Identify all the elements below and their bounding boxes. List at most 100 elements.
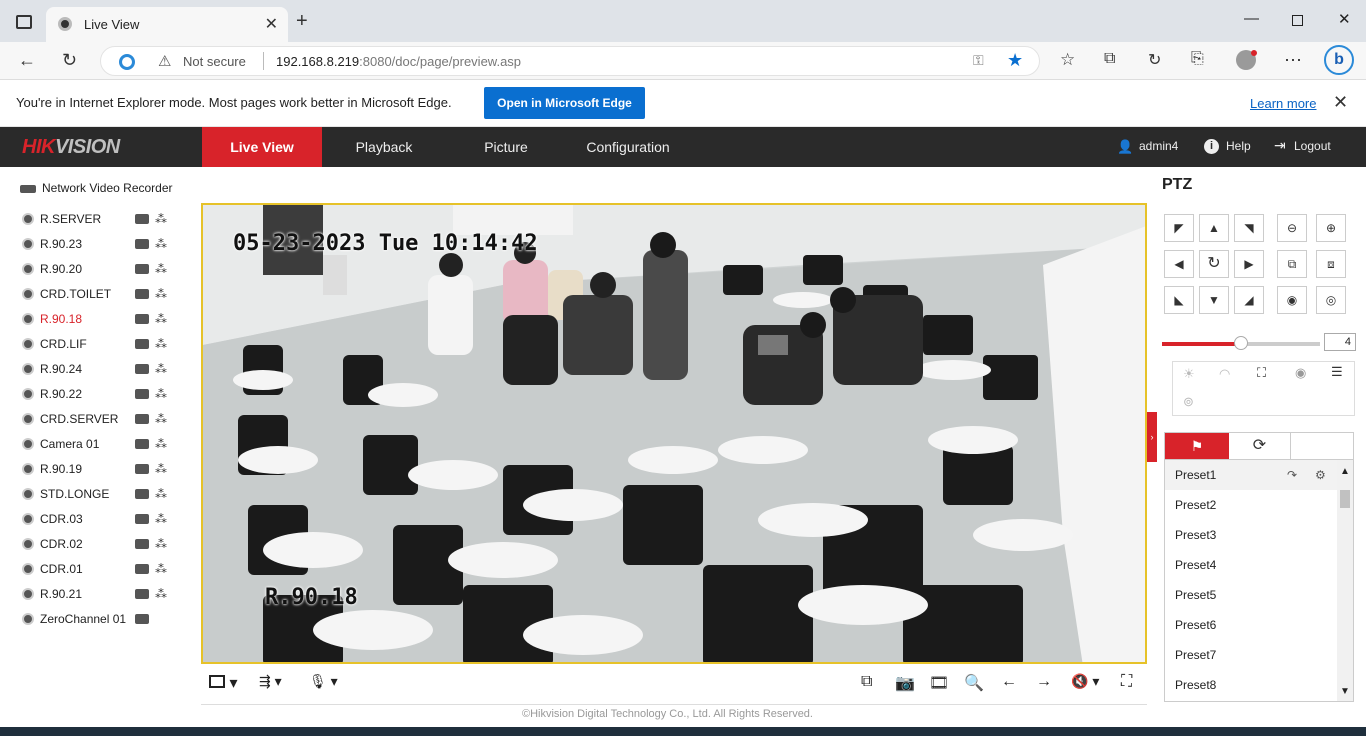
stream-icon[interactable]: ⁂ — [155, 437, 170, 452]
security-label[interactable]: Not secure — [183, 54, 246, 69]
preview-icon[interactable] — [135, 439, 149, 449]
stream-icon[interactable]: ⁂ — [155, 387, 170, 402]
preview-icon[interactable] — [135, 614, 149, 624]
preview-icon[interactable] — [135, 489, 149, 499]
scroll-up-icon[interactable]: ▲ — [1340, 466, 1350, 477]
preview-icon[interactable] — [135, 539, 149, 549]
tree-root[interactable]: Network Video Recorder — [20, 181, 173, 195]
preset-item[interactable]: Preset4 — [1165, 550, 1337, 580]
preview-icon[interactable] — [135, 414, 149, 424]
back-icon[interactable]: ← — [18, 50, 36, 71]
ptz-right-icon[interactable]: ▶ — [1234, 250, 1264, 278]
window-close-icon[interactable]: ✕ — [1338, 10, 1351, 28]
refresh-icon[interactable]: ↻ — [62, 50, 77, 71]
fullscreen-icon[interactable]: ⛶ — [1121, 673, 1132, 691]
camera-item[interactable]: R.SERVER ⁂ — [22, 210, 182, 230]
wiper-icon[interactable]: ◠ — [1219, 366, 1230, 382]
ptz-speed-knob[interactable] — [1234, 336, 1248, 350]
preset-item[interactable]: Preset6 — [1165, 610, 1337, 640]
manual-track-icon[interactable]: ⊚ — [1183, 394, 1194, 410]
lens-init-icon[interactable]: ◉ — [1295, 365, 1306, 381]
camera-item[interactable]: ZeroChannel 01 — [22, 610, 182, 630]
preview-icon[interactable] — [135, 239, 149, 249]
camera-item[interactable]: R.90.20 ⁂ — [22, 260, 182, 280]
stream-icon[interactable]: ⁂ — [155, 562, 170, 577]
auxiliary-focus-icon[interactable]: ⛶ — [1257, 365, 1266, 381]
next-page-icon[interactable]: → — [1036, 673, 1052, 691]
stream-icon[interactable]: ⁂ — [155, 462, 170, 477]
iris-open-icon[interactable]: ◎ — [1316, 286, 1346, 314]
ptz-up-left-icon[interactable]: ◤ — [1164, 214, 1194, 242]
more-menu-icon[interactable]: ⋯ — [1284, 50, 1302, 71]
iris-close-icon[interactable]: ◉ — [1277, 286, 1307, 314]
set-preset-icon[interactable]: ⚙ — [1315, 460, 1326, 490]
microphone-icon[interactable]: 🎙 ▾ — [309, 673, 338, 690]
scroll-thumb[interactable] — [1340, 490, 1350, 508]
call-preset-icon[interactable]: ↷ — [1287, 460, 1297, 490]
volume-icon[interactable]: 🔇 ▾ — [1071, 673, 1099, 690]
stream-icon[interactable]: ⁂ — [155, 287, 170, 302]
light-icon[interactable]: ☀ — [1183, 366, 1195, 382]
camera-item[interactable]: CRD.SERVER ⁂ — [22, 410, 182, 430]
preview-icon[interactable] — [135, 214, 149, 224]
stream-icon[interactable]: ⁂ — [155, 312, 170, 327]
stream-type-icon[interactable]: ⇶ ▾ — [259, 673, 282, 690]
preset-scrollbar[interactable]: ▲ ▼ — [1337, 460, 1353, 701]
preview-icon[interactable] — [135, 564, 149, 574]
camera-item[interactable]: CDR.03 ⁂ — [22, 510, 182, 530]
video-view[interactable]: 05-23-2023 Tue 10:14:42 R.90.18 — [201, 203, 1147, 664]
share-icon[interactable]: ⎘ — [1191, 50, 1204, 68]
zoom-in-icon[interactable]: ⊖ — [1277, 214, 1307, 242]
ptz-down-right-icon[interactable]: ◢ — [1234, 286, 1264, 314]
preset-item[interactable]: Preset2 — [1165, 490, 1337, 520]
stream-icon[interactable]: ⁂ — [155, 262, 170, 277]
stream-icon[interactable]: ⁂ — [155, 487, 170, 502]
preset-tab-flag-icon[interactable]: ⚑ — [1165, 433, 1229, 459]
preview-icon[interactable] — [135, 514, 149, 524]
stream-icon[interactable]: ⁂ — [155, 587, 170, 602]
learn-more-link[interactable]: Learn more — [1250, 96, 1316, 111]
previous-page-icon[interactable]: ← — [1001, 673, 1017, 691]
preset-item[interactable]: Preset5 — [1165, 580, 1337, 610]
window-layout-icon[interactable]: ▾ — [209, 673, 237, 693]
tab-actions-icon[interactable] — [16, 15, 32, 29]
scroll-down-icon[interactable]: ▼ — [1340, 686, 1350, 697]
ptz-down-icon[interactable]: ▼ — [1199, 286, 1229, 314]
stream-icon[interactable]: ⁂ — [155, 537, 170, 552]
preset-item[interactable]: Preset8 — [1165, 670, 1337, 700]
preview-icon[interactable] — [135, 289, 149, 299]
camera-item[interactable]: R.90.21 ⁂ — [22, 585, 182, 605]
ptz-up-right-icon[interactable]: ◥ — [1234, 214, 1264, 242]
camera-item[interactable]: R.90.22 ⁂ — [22, 385, 182, 405]
new-tab-icon[interactable]: + — [296, 10, 308, 33]
preset-item[interactable]: Preset7 — [1165, 640, 1337, 670]
ptz-collapse-icon[interactable]: › — [1147, 412, 1157, 462]
camera-item[interactable]: R.90.19 ⁂ — [22, 460, 182, 480]
focus-far-icon[interactable]: ⧈ — [1316, 250, 1346, 278]
digital-zoom-icon[interactable]: 🔍 — [964, 673, 984, 693]
preview-icon[interactable] — [135, 589, 149, 599]
ie-bar-close-icon[interactable]: ✕ — [1333, 92, 1348, 113]
stream-icon[interactable]: ⁂ — [155, 237, 170, 252]
preview-icon[interactable] — [135, 464, 149, 474]
ptz-menu-icon[interactable]: ☰ — [1331, 364, 1343, 380]
nav-live-view[interactable]: Live View — [202, 127, 322, 167]
preview-icon[interactable] — [135, 364, 149, 374]
key-icon[interactable]: ⚿ — [973, 52, 984, 69]
help-icon[interactable]: i — [1204, 139, 1219, 154]
favorites-icon[interactable]: ☆ — [1060, 50, 1075, 70]
ie-mode-icon[interactable] — [119, 54, 135, 70]
tab-close-icon[interactable]: ✕ — [265, 14, 278, 34]
preview-icon[interactable] — [135, 339, 149, 349]
preview-icon[interactable] — [135, 314, 149, 324]
preset-item[interactable]: Preset1 ↷ ⚙ — [1165, 460, 1337, 490]
stream-icon[interactable]: ⁂ — [155, 512, 170, 527]
record-icon[interactable]: 🎞 — [929, 673, 949, 693]
nav-picture[interactable]: Picture — [456, 127, 556, 167]
maximize-icon[interactable] — [1292, 15, 1303, 26]
capture-icon[interactable]: 📷 — [895, 673, 915, 693]
logout-link[interactable]: Logout — [1294, 139, 1331, 153]
camera-item[interactable]: CRD.TOILET ⁂ — [22, 285, 182, 305]
url-field[interactable]: ⚠ Not secure 192.168.8.219:8080/doc/page… — [100, 46, 1040, 76]
camera-item[interactable]: CDR.02 ⁂ — [22, 535, 182, 555]
